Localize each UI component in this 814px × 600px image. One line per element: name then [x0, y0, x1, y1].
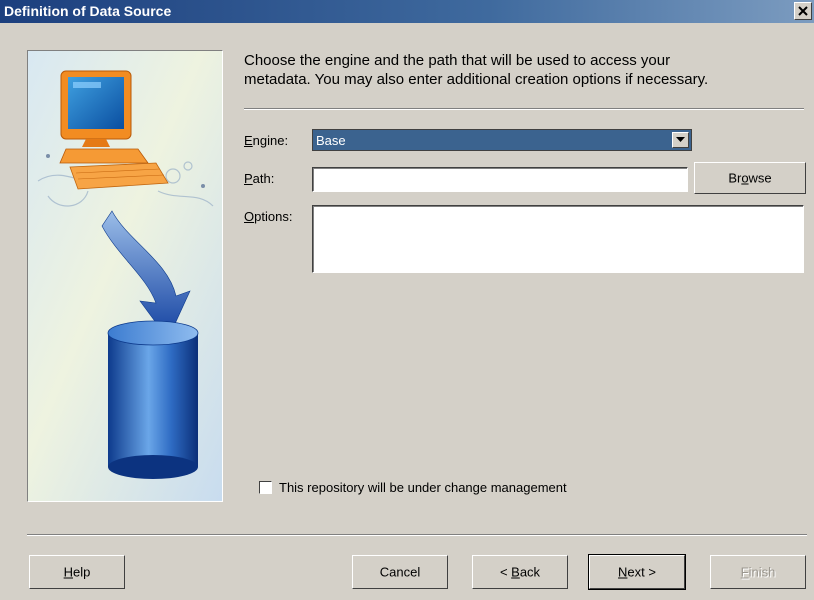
computer-to-database-icon: [28, 51, 222, 501]
finish-button: Finish: [710, 555, 806, 589]
engine-select[interactable]: Base: [312, 129, 692, 151]
next-button[interactable]: Next >: [588, 554, 686, 590]
options-textarea[interactable]: [312, 205, 804, 273]
dialog-window: Definition of Data Source Choose the eng…: [0, 0, 814, 600]
intro-text: Choose the engine and the path that will…: [244, 51, 810, 89]
wizard-illustration: [27, 50, 223, 502]
options-label: Options:: [244, 209, 293, 224]
change-management-checkbox[interactable]: [259, 481, 272, 494]
close-icon: [798, 6, 808, 16]
engine-label: Engine:: [244, 133, 289, 148]
intro-line-2: metadata. You may also enter additional …: [244, 71, 709, 88]
browse-button[interactable]: Browse: [694, 162, 806, 194]
path-label: Path:: [244, 171, 275, 186]
intro-line-1: Choose the engine and the path that will…: [244, 52, 671, 69]
cancel-button[interactable]: Cancel: [352, 555, 448, 589]
footer-separator: [27, 534, 807, 536]
help-button[interactable]: Help: [29, 555, 125, 589]
change-management-label[interactable]: This repository will be under change man…: [279, 480, 567, 495]
path-input[interactable]: [312, 167, 688, 192]
close-button[interactable]: [794, 2, 812, 20]
title-bar[interactable]: Definition of Data Source: [0, 0, 814, 23]
chevron-down-icon: [676, 137, 685, 142]
dialog-title: Definition of Data Source: [4, 3, 172, 19]
engine-dropdown-button[interactable]: [672, 132, 689, 148]
engine-value: Base: [316, 133, 346, 148]
back-button[interactable]: < Back: [472, 555, 568, 589]
header-separator: [244, 108, 804, 110]
